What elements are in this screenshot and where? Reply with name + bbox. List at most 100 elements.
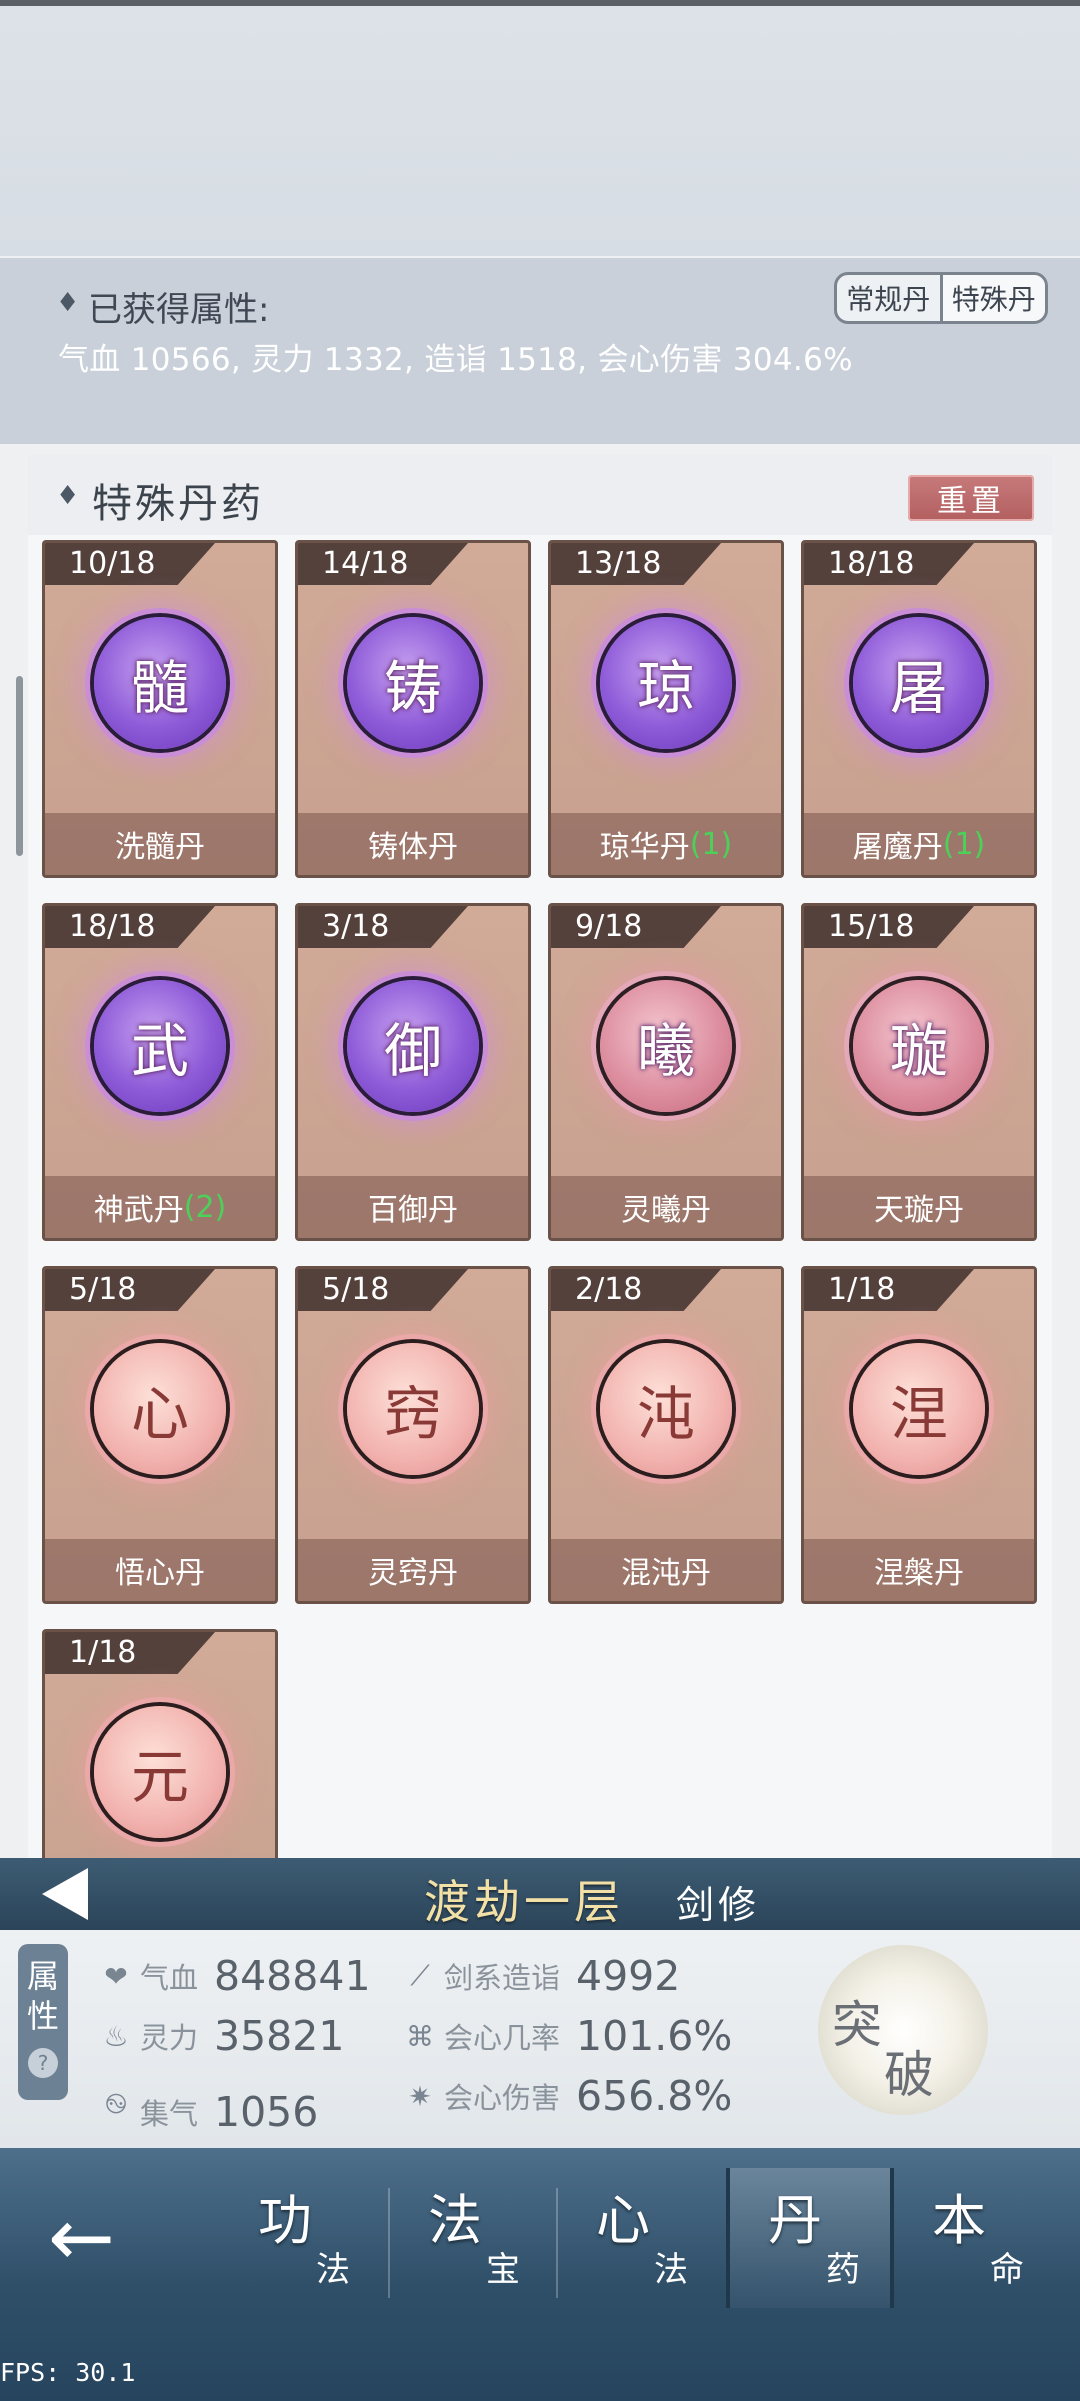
pill-orb-icon: 涅 <box>853 1343 985 1475</box>
pill-name: 天璇丹 <box>874 1193 964 1228</box>
pill-name-bar: 百御丹 <box>298 1176 528 1238</box>
pill-name: 灵曦丹 <box>621 1193 711 1228</box>
diamond-icon: ♦ <box>56 481 80 511</box>
pill-orb-icon: 髓 <box>94 617 226 749</box>
pill-card[interactable]: 3/18 御百御丹 <box>295 903 531 1241</box>
acquired-attributes-bar: ♦ 已获得属性: 气血 10566, 灵力 1332, 造诣 1518, 会心伤… <box>0 258 1080 444</box>
nav-tab-small: 法 <box>316 2250 350 2290</box>
pill-orb-icon: 沌 <box>600 1343 732 1475</box>
attributes-tab-char2: 性 <box>26 1997 59 2035</box>
stat-crit-rate: ⌘ 会心几率 101.6% <box>400 2012 732 2060</box>
pill-progress: 5/18 <box>45 1269 215 1311</box>
pill-orb-icon: 屠 <box>853 617 985 749</box>
pill-card[interactable]: 5/18 窍灵窍丹 <box>295 1266 531 1604</box>
pill-orb-icon: 窍 <box>347 1343 479 1475</box>
pill-card[interactable]: 10/18 髓洗髓丹 <box>42 540 278 878</box>
pill-card[interactable]: 13/18 琼琼华丹 (1) <box>548 540 784 878</box>
top-background <box>0 6 1080 256</box>
crit-rate-icon: ⌘ <box>406 2019 434 2053</box>
pill-orb-icon: 武 <box>94 980 226 1112</box>
flame-icon: ♨ <box>103 2019 129 2053</box>
help-icon[interactable]: ? <box>28 2048 58 2078</box>
stat-hp: ❤ 气血 848841 <box>96 1952 370 2000</box>
stat-mana-value: 35821 <box>214 2012 345 2060</box>
pill-orb-icon: 琼 <box>600 617 732 749</box>
special-pills-panel: ♦ 特殊丹药 重置 10/18 髓洗髓丹 14/18 铸铸体丹 13/18 琼琼华丹 (1)… <box>28 455 1052 1865</box>
panel-title: 特殊丹药 <box>92 481 264 527</box>
pill-count: (2) <box>183 1189 227 1225</box>
pill-card[interactable]: 1/18 涅涅槃丹 <box>801 1266 1037 1604</box>
pill-progress: 14/18 <box>298 543 468 585</box>
pill-name-bar: 混沌丹 <box>551 1539 781 1601</box>
pill-name: 屠魔丹 <box>852 830 943 865</box>
pill-name-bar: 天璇丹 <box>804 1176 1034 1238</box>
pill-progress: 18/18 <box>804 543 974 585</box>
fps-counter: FPS: 30.1 <box>0 2358 136 2387</box>
nav-tab-mind[interactable]: 心 法 <box>558 2168 726 2308</box>
pill-name: 悟心丹 <box>115 1556 205 1591</box>
nav-tab-treasure[interactable]: 法 宝 <box>390 2168 558 2308</box>
pill-progress: 18/18 <box>45 906 215 948</box>
pill-card[interactable]: 2/18 沌混沌丹 <box>548 1266 784 1604</box>
stat-mana: ♨ 灵力 35821 <box>96 2012 344 2060</box>
sword-icon: ⟋ <box>410 1959 430 1992</box>
nav-tab-big: 法 <box>428 2189 482 2252</box>
pill-orb-icon: 铸 <box>347 617 479 749</box>
nav-tab-skills[interactable]: 功 法 <box>220 2168 388 2308</box>
stat-crit-rate-label: 会心几率 <box>444 2021 561 2055</box>
nav-tab-destiny[interactable]: 本 命 <box>894 2168 1062 2308</box>
pill-card[interactable]: 1/18 元 <box>42 1629 278 1865</box>
stat-gather-label: 集气 <box>140 2096 199 2131</box>
burst-icon: ✷ <box>408 2079 432 2113</box>
heart-icon: ❤ <box>104 1959 128 1993</box>
nav-tab-small: 药 <box>826 2250 860 2290</box>
attributes-tab[interactable]: 属 性 ? <box>18 1944 68 2100</box>
pill-orb-icon: 元 <box>94 1706 226 1838</box>
pill-name-bar: 悟心丹 <box>45 1539 275 1601</box>
pill-name: 百御丹 <box>368 1193 458 1228</box>
breakthrough-char1: 突 <box>832 1996 882 2054</box>
breakthrough-char2: 破 <box>884 2046 934 2104</box>
pill-name-bar: 洗髓丹 <box>45 813 275 875</box>
back-arrow-icon[interactable]: ← <box>48 2198 115 2278</box>
pill-name: 神武丹 <box>93 1193 184 1228</box>
stat-gather-value: 1056 <box>214 2087 319 2136</box>
nav-tab-big: 心 <box>596 2189 650 2252</box>
nav-tab-big: 本 <box>932 2189 986 2252</box>
pill-card[interactable]: 5/18 心悟心丹 <box>42 1266 278 1604</box>
pill-name-bar: 琼华丹 (1) <box>551 813 781 875</box>
stat-crit-dmg-value: 656.8% <box>576 2072 733 2120</box>
pill-orb-icon: 曦 <box>600 980 732 1112</box>
stat-crit-rate-value: 101.6% <box>576 2012 733 2060</box>
tab-special-pill[interactable]: 特殊丹 <box>939 275 1045 321</box>
pill-orb-icon: 御 <box>347 980 479 1112</box>
pill-count: (1) <box>942 826 986 862</box>
acquired-attributes-values: 气血 10566, 灵力 1332, 造诣 1518, 会心伤害 304.6% <box>58 342 853 378</box>
pill-card[interactable]: 14/18 铸铸体丹 <box>295 540 531 878</box>
swirl-icon: ࿊ <box>105 2087 127 2120</box>
nav-tab-big: 丹 <box>768 2189 822 2252</box>
pill-name-bar: 涅槃丹 <box>804 1539 1034 1601</box>
diamond-icon: ♦ <box>56 288 80 318</box>
pill-card[interactable]: 18/18 武神武丹 (2) <box>42 903 278 1241</box>
pill-progress: 3/18 <box>298 906 468 948</box>
pill-progress: 1/18 <box>45 1632 215 1674</box>
pill-progress: 13/18 <box>551 543 721 585</box>
realm-name: 渡劫一层 <box>424 1875 624 1929</box>
pill-name-bar: 灵曦丹 <box>551 1176 781 1238</box>
pill-progress: 5/18 <box>298 1269 468 1311</box>
pill-name: 铸体丹 <box>368 830 458 865</box>
tab-regular-pill[interactable]: 常规丹 <box>837 275 940 321</box>
reset-button[interactable]: 重置 <box>908 475 1034 521</box>
acquired-attributes-title: 已获得属性: <box>88 290 270 330</box>
collapse-arrow-icon[interactable] <box>42 1868 88 1920</box>
pill-card[interactable]: 15/18 璇天璇丹 <box>801 903 1037 1241</box>
scroll-indicator[interactable] <box>16 676 23 856</box>
pill-name-bar: 铸体丹 <box>298 813 528 875</box>
pill-name: 混沌丹 <box>621 1556 711 1591</box>
stat-sword: ⟋ 剑系造诣 4992 <box>400 1952 680 2000</box>
pill-card[interactable]: 9/18 曦灵曦丹 <box>548 903 784 1241</box>
nav-tab-pills[interactable]: 丹 药 <box>726 2168 894 2308</box>
stat-hp-label: 气血 <box>140 1961 199 1995</box>
pill-card[interactable]: 18/18 屠屠魔丹 (1) <box>801 540 1037 878</box>
